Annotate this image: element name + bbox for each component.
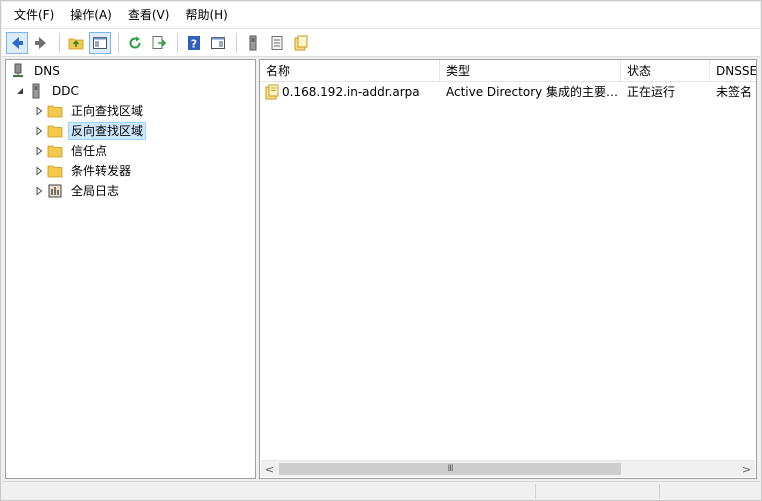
back-button[interactable] [6, 31, 28, 54]
result-list: 名称 类型 状态 DNSSE 0.168.192.in-addr.arpa Ac… [259, 59, 757, 479]
horizontal-scrollbar[interactable]: < III > [261, 460, 755, 477]
tree-node-trust-points[interactable]: 信任点 [33, 141, 110, 161]
tree-label-conditional-forwarders: 条件转发器 [71, 164, 132, 178]
show-hide-tree-icon [93, 36, 107, 49]
tree-label-forward-zones: 正向查找区域 [71, 104, 144, 118]
export-list-icon [152, 35, 167, 49]
zone-button[interactable] [290, 32, 312, 54]
column-header-status[interactable]: 状态 [621, 60, 710, 82]
help-icon: ? [188, 35, 200, 50]
properties-list-icon [271, 35, 283, 50]
column-header-row: 名称 类型 状态 DNSSE [260, 60, 756, 82]
collapse-arrow-icon[interactable] [14, 85, 26, 97]
tree-label-reverse-zones: 反向查找区域 [68, 122, 147, 140]
menu-help[interactable]: 帮助(H) [177, 4, 235, 26]
status-divider [659, 484, 660, 499]
menu-view[interactable]: 查看(V) [120, 4, 178, 26]
server-button[interactable] [242, 32, 264, 54]
column-header-dnssec[interactable]: DNSSE [710, 60, 756, 82]
scroll-right-button[interactable]: > [738, 461, 755, 477]
tree-node-dns[interactable]: DNS [10, 61, 63, 81]
column-header-type[interactable]: 类型 [440, 60, 621, 82]
table-row[interactable]: 0.168.192.in-addr.arpa Active Directory … [260, 82, 756, 102]
forward-button[interactable] [30, 32, 52, 54]
folder-icon [47, 103, 63, 119]
tree-label-global-logs: 全局日志 [71, 184, 120, 198]
folder-icon [47, 123, 63, 139]
scroll-thumb[interactable]: III [279, 463, 621, 475]
status-bar [2, 481, 760, 500]
menu-action[interactable]: 操作(A) [62, 4, 120, 26]
help-button[interactable]: ? [183, 32, 205, 54]
properties-list-button[interactable] [266, 32, 288, 54]
folder-icon [47, 143, 63, 159]
tree-node-global-logs[interactable]: 全局日志 [33, 181, 122, 201]
scroll-grip: III [447, 464, 454, 474]
refresh-button[interactable] [124, 32, 146, 54]
tree-label-trust-points: 信任点 [71, 144, 108, 158]
expand-arrow-icon[interactable] [33, 185, 45, 197]
console-tree: DNS DDC 正向查找区域 反向查找区域 信任点 条件转发器 全局日志 [5, 59, 256, 479]
up-folder-icon [68, 38, 84, 49]
expand-arrow-icon[interactable] [33, 125, 45, 137]
toolbar-separator [118, 32, 119, 53]
server-icon [249, 35, 257, 50]
show-hide-action-pane-button[interactable] [207, 32, 229, 54]
expand-arrow-icon[interactable] [33, 105, 45, 117]
up-one-level-button[interactable] [65, 32, 87, 54]
zone-icon [294, 35, 308, 50]
server-icon [28, 83, 44, 99]
back-icon [12, 36, 23, 49]
expand-arrow-icon[interactable] [33, 145, 45, 157]
forward-icon [35, 36, 46, 49]
export-list-button[interactable] [148, 32, 170, 54]
toolbar-separator [236, 32, 237, 53]
toolbar: ? [2, 29, 760, 57]
cell-zone-name: 0.168.192.in-addr.arpa [282, 85, 420, 99]
toolbar-separator [177, 32, 178, 53]
tree-node-server[interactable]: DDC [14, 81, 82, 101]
expand-arrow-icon[interactable] [33, 165, 45, 177]
tree-node-reverse-zones[interactable]: 反向查找区域 [33, 121, 147, 141]
menu-bar: 文件(F) 操作(A) 查看(V) 帮助(H) [2, 2, 760, 29]
cell-zone-type: Active Directory 集成的主要… [446, 85, 618, 99]
show-hide-action-pane-icon [211, 36, 225, 49]
cell-zone-status: 正在运行 [627, 85, 676, 99]
show-hide-tree-button[interactable] [89, 31, 111, 54]
refresh-icon [129, 36, 141, 49]
tree-node-conditional-forwarders[interactable]: 条件转发器 [33, 161, 134, 181]
mmc-window: 文件(F) 操作(A) 查看(V) 帮助(H) ? DNS DDC 正向查找区域… [0, 0, 762, 501]
dns-icon [10, 63, 26, 79]
cell-zone-dnssec: 未签名 [716, 85, 753, 99]
zone-file-icon [264, 82, 282, 102]
svg-text:?: ? [191, 37, 197, 50]
column-header-name[interactable]: 名称 [260, 60, 440, 82]
tree-label-dns: DNS [34, 64, 60, 78]
menu-file[interactable]: 文件(F) [6, 4, 62, 26]
toolbar-separator [59, 32, 60, 53]
tree-node-forward-zones[interactable]: 正向查找区域 [33, 101, 146, 121]
tree-label-server: DDC [52, 84, 79, 98]
scroll-left-button[interactable]: < [261, 461, 278, 477]
event-log-icon [47, 183, 63, 199]
status-divider [535, 484, 536, 499]
folder-icon [47, 163, 63, 179]
